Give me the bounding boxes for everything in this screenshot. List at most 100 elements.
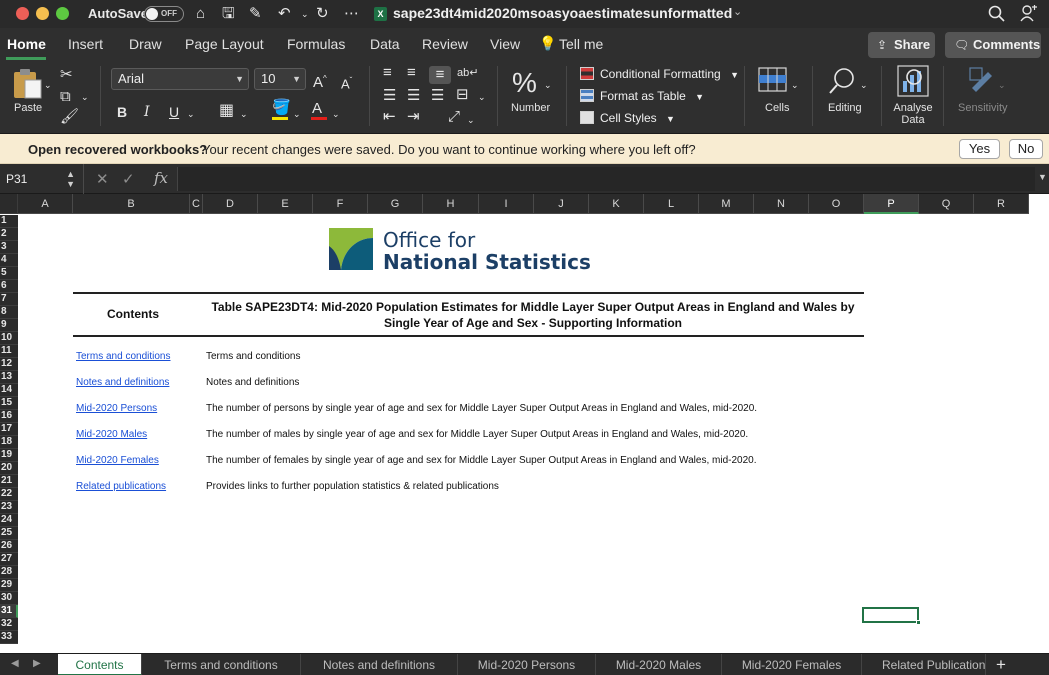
tab-insert[interactable]: Insert xyxy=(68,36,103,52)
yes-button[interactable]: Yes xyxy=(959,139,1000,159)
save-as-icon[interactable]: ✎ xyxy=(249,4,262,24)
tab-page-layout[interactable]: Page Layout xyxy=(185,36,264,52)
wrap-text-icon[interactable]: ab↵ xyxy=(457,64,478,82)
previous-sheet-icon[interactable]: ◀ xyxy=(11,658,19,669)
decrease-font-size-icon[interactable]: Aˇ xyxy=(341,72,352,93)
percent-icon[interactable]: % xyxy=(512,68,537,98)
row-header-23[interactable]: 23 xyxy=(0,501,18,514)
link-related-publications[interactable]: Related publications xyxy=(76,481,166,492)
row-header-6[interactable]: 6 xyxy=(0,280,18,293)
column-header-m[interactable]: M xyxy=(699,194,754,214)
sheet-tab-mid-2020-males[interactable]: Mid-2020 Males xyxy=(596,654,722,675)
bold-button[interactable]: B xyxy=(117,103,127,121)
row-header-29[interactable]: 29 xyxy=(0,579,18,592)
column-header-j[interactable]: J xyxy=(534,194,589,214)
row-header-22[interactable]: 22 xyxy=(0,488,18,501)
font-size-select[interactable]: 10 ▼ xyxy=(254,68,306,90)
row-header-19[interactable]: 19 xyxy=(0,449,18,462)
cells-label[interactable]: Cells xyxy=(765,102,789,114)
tab-home[interactable]: Home xyxy=(7,36,46,52)
row-header-28[interactable]: 28 xyxy=(0,566,18,579)
borders-dropdown-icon[interactable]: ⌄ xyxy=(240,105,248,123)
redo-icon[interactable]: ↻ xyxy=(316,4,329,24)
zoom-window-button[interactable] xyxy=(56,7,69,20)
column-header-r[interactable]: R xyxy=(974,194,1029,214)
column-header-g[interactable]: G xyxy=(368,194,423,214)
chevron-down-icon[interactable]: ⌄ xyxy=(733,5,742,18)
row-header-30[interactable]: 30 xyxy=(0,592,18,605)
share-button[interactable]: ⇪ Share xyxy=(868,32,935,58)
decrease-indent-icon[interactable]: ⇤ xyxy=(383,108,396,126)
align-left-icon[interactable]: ☰ xyxy=(383,87,396,105)
orientation-dropdown-icon[interactable]: ⌄ xyxy=(467,111,475,129)
row-header-26[interactable]: 26 xyxy=(0,540,18,553)
row-header-16[interactable]: 16 xyxy=(0,410,18,423)
document-title[interactable]: sape23dt4mid2020msoasyoaestimatesunforma… xyxy=(393,5,732,21)
column-header-f[interactable]: F xyxy=(313,194,368,214)
row-header-1[interactable]: 1 xyxy=(0,215,18,228)
increase-font-size-icon[interactable]: A^ xyxy=(313,70,327,92)
minimize-window-button[interactable] xyxy=(36,7,49,20)
row-header-24[interactable]: 24 xyxy=(0,514,18,527)
merge-center-icon[interactable]: ⊟ xyxy=(456,86,469,104)
analyse-label[interactable]: Analyse Data xyxy=(892,102,934,126)
format-as-table-button[interactable]: Format as Table ▼ xyxy=(580,89,704,103)
row-header-31[interactable]: 31 xyxy=(0,605,18,618)
formula-input[interactable] xyxy=(177,167,1035,191)
align-top-icon[interactable]: ≡ xyxy=(383,64,392,82)
select-all-corner[interactable] xyxy=(0,194,18,214)
row-header-13[interactable]: 13 xyxy=(0,371,18,384)
format-painter-icon[interactable]: 🖌 xyxy=(60,108,79,126)
number-dropdown-icon[interactable]: ⌄ xyxy=(544,76,552,94)
name-box[interactable]: P31 ▲ ▼ xyxy=(0,164,84,194)
active-cell-p31[interactable] xyxy=(862,607,921,625)
cut-icon[interactable]: ✂ xyxy=(60,66,73,84)
column-header-h[interactable]: H xyxy=(423,194,479,214)
link-mid-2020-males[interactable]: Mid-2020 Males xyxy=(76,429,147,440)
more-icon[interactable]: ⋯ xyxy=(344,4,359,24)
paste-dropdown-icon[interactable]: ⌄ xyxy=(44,76,52,94)
column-header-b[interactable]: B xyxy=(73,194,190,214)
row-header-8[interactable]: 8 xyxy=(0,306,18,319)
number-label[interactable]: Number xyxy=(511,102,550,114)
row-header-7[interactable]: 7 xyxy=(0,293,18,306)
column-header-o[interactable]: O xyxy=(809,194,864,214)
tab-draw[interactable]: Draw xyxy=(129,36,162,52)
sheet-tab-mid-2020-persons[interactable]: Mid-2020 Persons xyxy=(458,654,596,675)
column-header-e[interactable]: E xyxy=(258,194,313,214)
fill-color-dropdown-icon[interactable]: ⌄ xyxy=(293,105,301,123)
row-header-18[interactable]: 18 xyxy=(0,436,18,449)
sheet-tab-contents[interactable]: Contents xyxy=(58,654,142,675)
column-header-p[interactable]: P xyxy=(864,194,919,214)
tab-formulas[interactable]: Formulas xyxy=(287,36,345,52)
paste-icon[interactable] xyxy=(11,67,43,99)
editing-dropdown-icon[interactable]: ⌄ xyxy=(860,76,868,94)
row-header-3[interactable]: 3 xyxy=(0,241,18,254)
close-window-button[interactable] xyxy=(16,7,29,20)
row-header-25[interactable]: 25 xyxy=(0,527,18,540)
row-header-11[interactable]: 11 xyxy=(0,345,18,358)
text-orientation-icon[interactable]: ⤢ xyxy=(448,108,460,126)
name-box-stepper-icon[interactable]: ▲ ▼ xyxy=(66,164,75,189)
cancel-icon[interactable]: ✕ xyxy=(96,170,109,188)
tab-view[interactable]: View xyxy=(490,36,520,52)
copy-dropdown-icon[interactable]: ⌄ xyxy=(81,88,89,106)
link-mid-2020-persons[interactable]: Mid-2020 Persons xyxy=(76,403,157,414)
add-sheet-button[interactable]: + xyxy=(986,654,1016,675)
sheet-tab-related-publications[interactable]: Related Publications xyxy=(862,654,986,675)
row-header-14[interactable]: 14 xyxy=(0,384,18,397)
column-header-k[interactable]: K xyxy=(589,194,644,214)
sheet-tab-mid-2020-females[interactable]: Mid-2020 Females xyxy=(722,654,862,675)
underline-button[interactable]: U xyxy=(169,103,179,121)
align-right-icon[interactable]: ☰ xyxy=(431,87,444,105)
row-header-20[interactable]: 20 xyxy=(0,462,18,475)
column-header-i[interactable]: I xyxy=(479,194,534,214)
italic-button[interactable]: I xyxy=(144,103,150,121)
account-icon[interactable] xyxy=(1020,4,1038,23)
align-middle-icon[interactable]: ≡ xyxy=(407,64,416,82)
tab-data[interactable]: Data xyxy=(370,36,400,52)
tab-review[interactable]: Review xyxy=(422,36,468,52)
row-header-21[interactable]: 21 xyxy=(0,475,18,488)
increase-indent-icon[interactable]: ⇥ xyxy=(407,108,420,126)
align-bottom-icon[interactable]: ≡ xyxy=(429,66,451,84)
